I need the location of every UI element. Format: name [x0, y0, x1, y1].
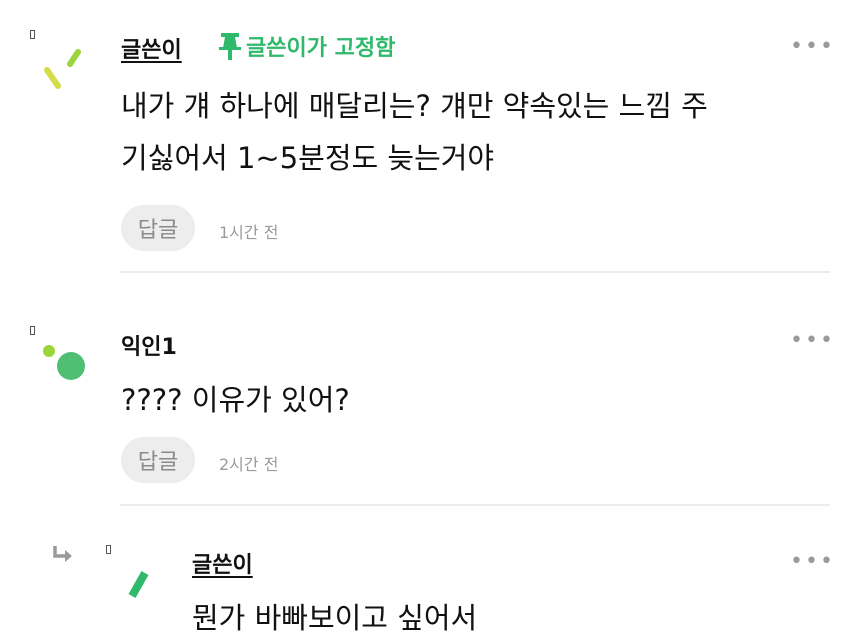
- pinned-label: 글쓴이가 고정함: [246, 36, 396, 61]
- comment-time: 2시간 전: [219, 455, 279, 474]
- pin-icon: [219, 33, 241, 60]
- comment-line: 기싫어서 1~5분정도 늦는거야: [121, 141, 495, 175]
- comment-author[interactable]: 익인1: [121, 329, 177, 361]
- more-icon[interactable]: •••: [790, 551, 835, 573]
- pinned-badge: 글쓴이가 고정함: [216, 30, 395, 62]
- reply-button[interactable]: 답글: [121, 437, 195, 483]
- avatar: [43, 345, 85, 380]
- small-marker-icon: [30, 30, 35, 39]
- comment-time: 1시간 전: [219, 223, 279, 242]
- comment-body: 내가 걔 하나에 매달리는? 걔만 약속있는 느낌 주 기싫어서 1~5분정도 …: [121, 80, 821, 184]
- comment-author[interactable]: 글쓴이: [121, 32, 182, 64]
- reply-arrow-icon: [53, 546, 72, 562]
- comment-line: 뭔가 바빠보이고 싶어서: [192, 601, 478, 635]
- comment-line: ???? 이유가 있어?: [121, 383, 350, 417]
- comment-line: 내가 걔 하나에 매달리는? 걔만 약속있는 느낌 주: [121, 89, 708, 123]
- small-marker-icon: [30, 326, 35, 335]
- divider: [120, 271, 830, 273]
- avatar: [128, 571, 149, 598]
- small-marker-icon: [106, 545, 111, 554]
- divider: [120, 504, 830, 506]
- more-icon[interactable]: •••: [790, 36, 835, 58]
- avatar: [44, 49, 81, 89]
- comment-author[interactable]: 글쓴이: [192, 547, 253, 579]
- reply-button[interactable]: 답글: [121, 205, 195, 251]
- more-icon[interactable]: •••: [790, 330, 835, 352]
- comment-body: 뭔가 바빠보이고 싶어서: [192, 592, 812, 644]
- comment-body: ???? 이유가 있어?: [121, 374, 821, 426]
